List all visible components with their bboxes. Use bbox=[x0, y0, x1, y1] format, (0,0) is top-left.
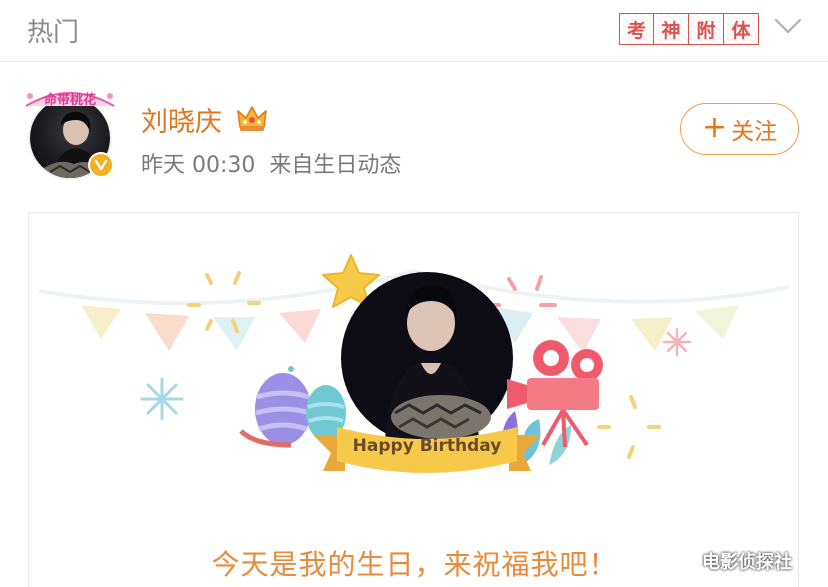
post-time: 昨天 00:30 bbox=[141, 153, 256, 178]
pennant bbox=[279, 309, 321, 343]
follow-button[interactable]: + 关注 bbox=[680, 103, 799, 155]
egg-decoration bbox=[239, 366, 346, 448]
birthday-card[interactable]: Happy Birthday 今天是我的生日，来祝福我吧！ bbox=[28, 212, 799, 587]
avatar[interactable]: 命带桃花 bbox=[22, 82, 118, 182]
post-source[interactable]: 来自生日动态 bbox=[269, 147, 401, 179]
stamp-char: 附 bbox=[689, 13, 724, 45]
stamp-badge: 考 神 附 体 bbox=[619, 13, 759, 45]
camera-icon bbox=[507, 340, 603, 448]
avatar-frame-text: 命带桃花 bbox=[43, 92, 96, 108]
crown-icon bbox=[237, 106, 267, 131]
author-name[interactable]: 刘晓庆 bbox=[141, 100, 222, 139]
banner-text: Happy Birthday bbox=[353, 436, 502, 456]
page-title: 热门 bbox=[27, 18, 80, 48]
follow-label: 关注 bbox=[731, 119, 778, 145]
pennant bbox=[81, 305, 121, 339]
snowflake-icon bbox=[662, 327, 692, 357]
birthday-illustration: Happy Birthday bbox=[38, 254, 790, 473]
portrait-photo bbox=[341, 272, 513, 444]
birthday-message: 今天是我的生日，来祝福我吧！ bbox=[211, 548, 618, 581]
pennant bbox=[695, 305, 739, 339]
stamp-char: 体 bbox=[724, 13, 759, 45]
post-meta: 昨天 00:30 来自生日动态 bbox=[141, 147, 401, 179]
sparkle-icon bbox=[597, 395, 661, 459]
top-bar: 热门 考 神 附 体 bbox=[0, 0, 828, 62]
stamp-char: 考 bbox=[619, 13, 654, 45]
snowflake-icon bbox=[140, 377, 184, 421]
avatar-frame-decoration: 命带桃花 bbox=[25, 92, 115, 108]
verified-v-icon bbox=[88, 152, 114, 178]
stamp-char: 神 bbox=[654, 13, 689, 45]
pennant bbox=[145, 313, 189, 351]
plus-icon: + bbox=[701, 109, 728, 145]
watermark-text: 电影侦探社 bbox=[702, 552, 792, 573]
pennant bbox=[631, 317, 673, 351]
chevron-down-icon[interactable] bbox=[772, 14, 804, 38]
